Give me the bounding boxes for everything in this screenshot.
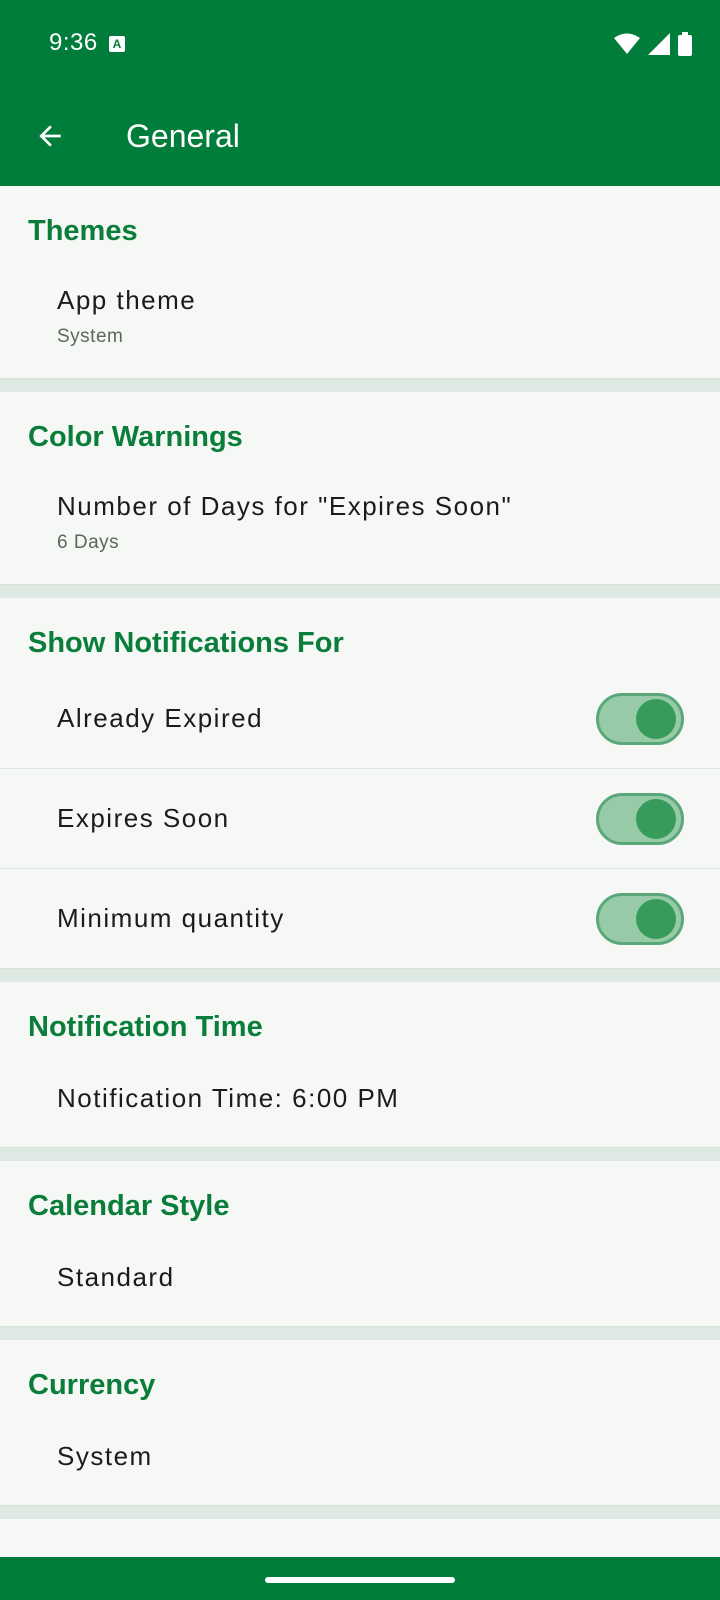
section-calendar-style: Calendar Style Standard	[0, 1161, 720, 1327]
minimum-quantity-switch-row[interactable]: Minimum quantity	[0, 869, 720, 968]
battery-icon	[678, 32, 692, 56]
section-notifications: Show Notifications For Already Expired E…	[0, 598, 720, 969]
status-icons	[614, 32, 692, 56]
toggle-thumb	[636, 698, 676, 739]
section-themes: Themes App theme System	[0, 186, 720, 379]
notification-time-title: Notification Time: 6:00 PM	[57, 1083, 400, 1113]
calendar-style-title: Standard	[57, 1262, 175, 1292]
toggle-thumb	[636, 798, 676, 839]
expires-soon-days-summary: 6 Days	[57, 532, 120, 553]
section-header-calendar-style: Calendar Style	[28, 1190, 230, 1222]
minimum-quantity-toggle[interactable]	[596, 892, 684, 945]
wifi-icon	[614, 33, 640, 54]
notification-a-icon: A	[109, 36, 125, 52]
already-expired-switch-row[interactable]: Already Expired	[0, 669, 720, 769]
page-title: General	[126, 118, 240, 154]
app-theme-summary: System	[57, 326, 124, 347]
expires-soon-switch-row[interactable]: Expires Soon	[0, 769, 720, 869]
section-notification-time: Notification Time Notification Time: 6:0…	[0, 982, 720, 1148]
app-theme-preference[interactable]: App theme System	[0, 261, 720, 378]
currency-preference[interactable]: System	[0, 1415, 720, 1505]
arrow-back-icon	[39, 125, 61, 147]
section-partially-visible	[0, 1519, 720, 1559]
expires-soon-days-title: Number of Days for "Expires Soon"	[57, 491, 513, 521]
section-header-notification-time: Notification Time	[28, 1011, 263, 1043]
section-header-currency: Currency	[28, 1369, 156, 1401]
signal-icon	[648, 33, 670, 55]
section-currency: Currency System	[0, 1340, 720, 1506]
navigation-bar	[0, 1557, 720, 1600]
section-header-notifications: Show Notifications For	[28, 627, 344, 659]
section-color-warnings: Color Warnings Number of Days for "Expir…	[0, 392, 720, 585]
currency-title: System	[57, 1441, 153, 1471]
status-time: 9:36	[49, 29, 98, 56]
app-bar: General	[0, 88, 720, 186]
expires-soon-days-preference[interactable]: Number of Days for "Expires Soon" 6 Days	[0, 467, 720, 584]
home-handle[interactable]	[265, 1577, 455, 1583]
status-bar: 9:36 A	[0, 0, 720, 88]
toggle-thumb	[636, 898, 676, 939]
app-theme-title: App theme	[57, 285, 197, 315]
calendar-style-preference[interactable]: Standard	[0, 1236, 720, 1326]
back-button[interactable]	[26, 112, 74, 160]
already-expired-toggle[interactable]	[596, 692, 684, 745]
section-header-themes: Themes	[28, 215, 138, 247]
settings-list: Themes App theme System Color Warnings N…	[0, 186, 720, 1559]
notification-time-preference[interactable]: Notification Time: 6:00 PM	[0, 1057, 720, 1147]
expires-soon-toggle[interactable]	[596, 792, 684, 845]
section-header-color-warnings: Color Warnings	[28, 421, 243, 453]
